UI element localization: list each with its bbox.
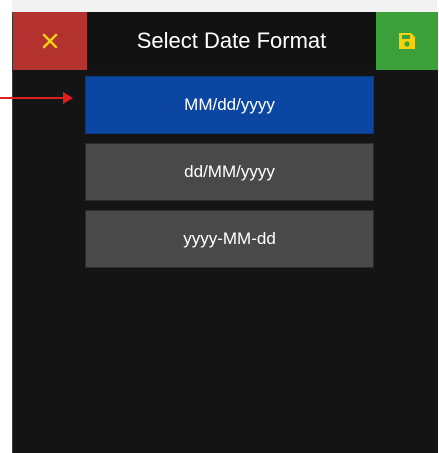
option-label: yyyy-MM-dd <box>183 229 276 248</box>
annotation-arrow-icon <box>0 92 73 104</box>
close-button[interactable] <box>13 12 87 70</box>
close-icon <box>42 33 58 49</box>
page-title: Select Date Format <box>136 28 327 53</box>
date-format-list: MM/dd/yyyy dd/MM/yyyy yyyy-MM-dd <box>85 76 374 277</box>
option-dd-mm-yyyy[interactable]: dd/MM/yyyy <box>85 143 374 201</box>
option-label: MM/dd/yyyy <box>184 95 275 114</box>
save-button[interactable] <box>376 12 438 70</box>
date-format-screen: Select Date Format MM/dd/yyyy dd/MM/yyyy… <box>12 12 438 453</box>
option-yyyy-mm-dd[interactable]: yyyy-MM-dd <box>85 210 374 268</box>
top-strip <box>12 0 437 12</box>
header-bar: Select Date Format <box>13 12 438 70</box>
option-mm-dd-yyyy[interactable]: MM/dd/yyyy <box>85 76 374 134</box>
option-label: dd/MM/yyyy <box>184 162 275 181</box>
save-icon <box>399 33 415 49</box>
